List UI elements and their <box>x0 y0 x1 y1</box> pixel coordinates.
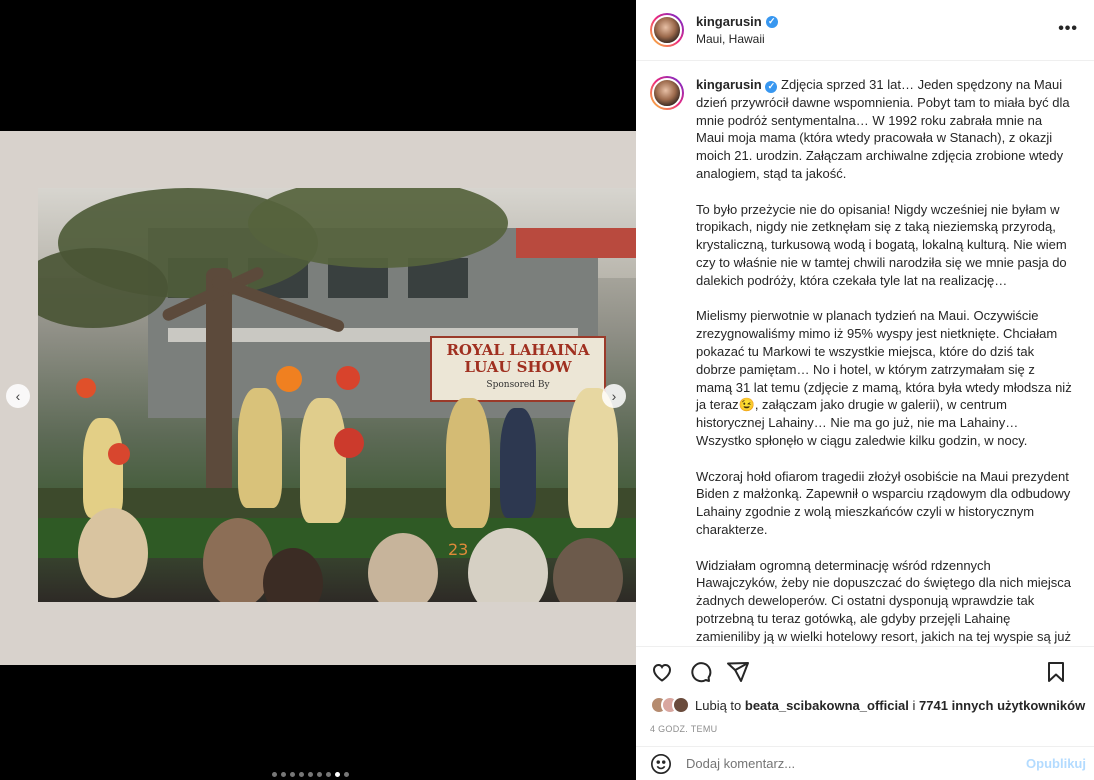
carousel-dot <box>335 772 340 777</box>
avatar[interactable] <box>650 13 684 47</box>
bookmark-icon[interactable] <box>1044 660 1068 684</box>
caption-intro: Zdjęcia sprzed 31 lat… Jeden spędzony na… <box>696 77 1070 181</box>
caption-paragraph-2: To było przeżycie nie do opisania! Nigdy… <box>696 201 1067 288</box>
carousel-dot <box>326 772 331 777</box>
photo-paper: ROYAL LAHAINA LUAU SHOW Sponsored By 23 <box>0 131 636 665</box>
comment-input[interactable] <box>686 756 1006 771</box>
post-header: kingarusin ✓ Maui, Hawaii ••• <box>636 0 1094 61</box>
carousel-dot <box>317 772 322 777</box>
verified-badge-icon: ✓ <box>765 80 778 93</box>
luau-photo: ROYAL LAHAINA LUAU SHOW Sponsored By 23 <box>38 188 636 602</box>
stage-number: 23 <box>448 540 469 559</box>
caption-paragraph-5: Widziałam ogromną determinację wśród rdz… <box>696 557 1072 644</box>
carousel-next-button[interactable]: › <box>602 384 626 408</box>
share-icon[interactable] <box>726 660 750 684</box>
more-options-button[interactable]: ••• <box>1058 20 1078 38</box>
comment-icon[interactable] <box>688 660 712 684</box>
post-timestamp[interactable]: 4 GODZ. TEMU <box>650 724 717 734</box>
carousel-indicator <box>272 772 349 777</box>
comment-bar: Opublikuj <box>636 746 1094 780</box>
chevron-right-icon: › <box>611 388 617 404</box>
carousel-dot <box>299 772 304 777</box>
caption-text: kingarusin ✓ Zdjęcia sprzed 31 lat… Jede… <box>696 76 1072 646</box>
post-media: ROYAL LAHAINA LUAU SHOW Sponsored By 23 … <box>0 0 636 780</box>
action-bar <box>636 646 1094 696</box>
caption-scroll[interactable]: kingarusin ✓ Zdjęcia sprzed 31 lat… Jede… <box>636 62 1094 646</box>
carousel-dot <box>344 772 349 777</box>
avatar <box>672 696 690 714</box>
heart-icon[interactable] <box>650 660 674 684</box>
carousel-dot <box>290 772 295 777</box>
username-link[interactable]: kingarusin <box>696 14 762 29</box>
caption-username[interactable]: kingarusin <box>696 77 762 92</box>
carousel-dot <box>272 772 277 777</box>
likes-summary[interactable]: Lubią to beata_scibakowna_official i 774… <box>650 696 1090 714</box>
caption-paragraph-3: Mielismy pierwotnie w planach tydzień na… <box>696 308 1072 448</box>
banner-title-line1: ROYAL LAHAINA <box>446 341 590 359</box>
chevron-left-icon: ‹ <box>15 388 21 404</box>
emoji-icon[interactable] <box>650 753 672 775</box>
likes-others[interactable]: 7741 innych użytkowników <box>919 698 1085 713</box>
carousel-prev-button[interactable]: ‹ <box>6 384 30 408</box>
carousel-dot <box>281 772 286 777</box>
publish-button[interactable]: Opublikuj <box>1026 756 1086 771</box>
verified-badge-icon: ✓ <box>765 15 778 28</box>
caption-avatar[interactable] <box>650 76 684 110</box>
likes-prefix: Lubią to <box>695 697 742 713</box>
caption-paragraph-4: Wczoraj hołd ofiarom tragedii złożył oso… <box>696 468 1071 537</box>
banner-title-line2: LUAU SHOW <box>464 358 572 376</box>
post-side-panel: kingarusin ✓ Maui, Hawaii ••• kingarusin… <box>636 0 1094 780</box>
location-link[interactable]: Maui, Hawaii <box>696 32 778 46</box>
banner-sponsor: Sponsored By <box>486 380 550 390</box>
likes-connector: i <box>912 697 916 713</box>
liker-username[interactable]: beata_scibakowna_official <box>745 698 909 713</box>
carousel-dot <box>308 772 313 777</box>
